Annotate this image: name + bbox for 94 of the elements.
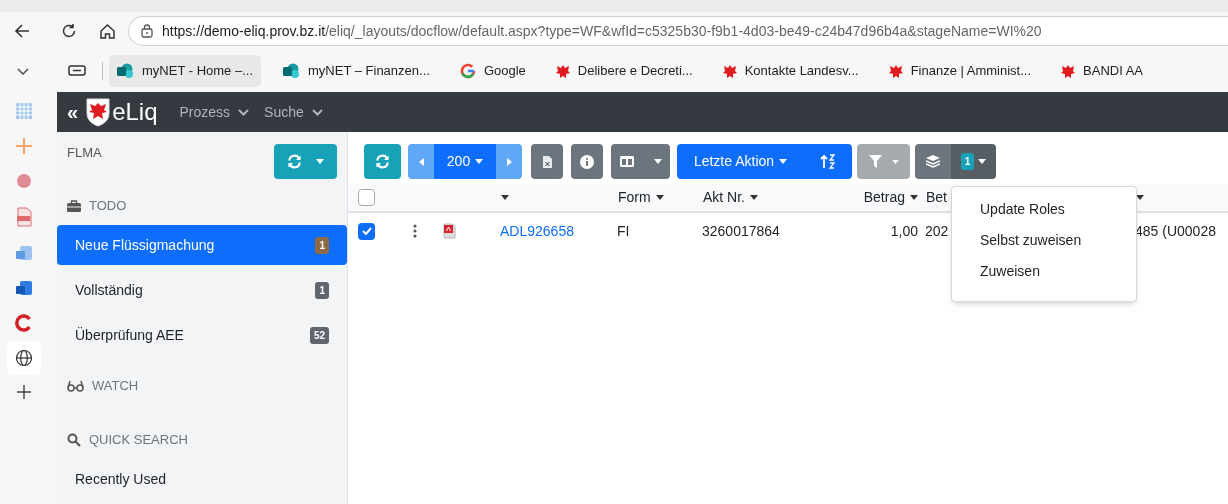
table-cell: FI	[617, 222, 630, 239]
count-badge: 1	[315, 281, 329, 299]
page-size-dropdown[interactable]: 200	[434, 144, 496, 179]
layers-button[interactable]	[915, 144, 951, 179]
bookmark-link[interactable]: BANDI AA	[1053, 55, 1152, 87]
reload-icon[interactable]	[61, 23, 77, 39]
column-header[interactable]: Form	[618, 187, 664, 208]
table-cell: 485 (U00028	[1135, 222, 1216, 239]
sort-caret-icon[interactable]	[501, 195, 509, 200]
caret-icon	[475, 159, 484, 164]
layers-icon	[926, 155, 940, 168]
filter-icon	[868, 155, 882, 168]
document-icon[interactable]	[15, 279, 33, 297]
sidebar-item[interactable]: Überprüfung AEE 52	[57, 315, 347, 355]
bookmark-link[interactable]: Kontakte Landesv...	[714, 55, 867, 87]
bookmark-link[interactable]: myNET – Finanzen...	[275, 55, 438, 87]
section-heading: WATCH	[92, 377, 139, 396]
url-text: https://demo-eliq.prov.bz.it/eliq/_layouts/docflow/default.aspx?type=WF&wfId=c5325b30-f9b1-4d03-be49-c24b47d96b4a&stageName=WI%20	[162, 21, 1042, 41]
tab-actions-icon[interactable]	[68, 64, 86, 78]
document-link[interactable]: ADL926658	[500, 222, 574, 239]
checkbox[interactable]	[358, 222, 375, 240]
bookmark-link[interactable]: Delibere e Decreti...	[547, 55, 701, 87]
column-header[interactable]: Bet	[926, 187, 947, 208]
group-label: FLMA	[67, 144, 102, 162]
caret-icon	[891, 159, 899, 164]
item-label: Neue Flüssigmachung	[75, 235, 215, 255]
document-icon[interactable]	[15, 244, 33, 262]
sidebar-item[interactable]: Neue Flüssigmachung 1	[57, 225, 347, 265]
caret-icon	[653, 159, 662, 164]
menu-item[interactable]: Selbst zuweisen	[952, 229, 1136, 251]
kebab-menu-icon[interactable]	[413, 224, 417, 238]
section-heading: QUICK SEARCH	[89, 431, 188, 450]
excel-export-button[interactable]	[531, 144, 563, 179]
nav-menu[interactable]: Prozess	[179, 101, 250, 123]
columns-dropdown-button[interactable]	[611, 144, 670, 179]
check-icon	[361, 227, 372, 235]
column-header[interactable]: Akt Nr.	[703, 187, 758, 208]
chevron-down-icon[interactable]	[16, 66, 30, 76]
sort-icon	[820, 154, 836, 169]
caret-icon	[316, 159, 324, 164]
caret-icon	[655, 195, 664, 200]
refresh-icon	[287, 154, 302, 169]
count-badge: 1	[315, 236, 329, 254]
menu-item[interactable]: Zuweisen	[952, 260, 1136, 282]
globe-icon	[15, 349, 33, 367]
info-icon	[580, 154, 594, 169]
bookmark-link[interactable]: Google	[451, 55, 534, 87]
chevron-down-icon	[238, 108, 250, 116]
address-bar[interactable]: https://demo-eliq.prov.bz.it/eliq/_layouts/docflow/default.aspx?type=WF&wfId=c5325b30-f9b1-4d03-be49-c24b47d96b4a&stageName=WI%20	[128, 16, 1228, 46]
refresh-dropdown-button[interactable]	[274, 144, 337, 179]
refresh-icon	[375, 154, 390, 169]
bookmark-link[interactable]: Finanze | Amminist...	[880, 55, 1040, 87]
caret-icon	[750, 195, 758, 200]
bookmark-link[interactable]: myNET - Home –...	[109, 55, 261, 87]
pdf-file-icon[interactable]	[443, 223, 456, 239]
globe-button[interactable]	[7, 341, 41, 375]
caret-left-icon	[418, 157, 424, 166]
column-header[interactable]: Betrag	[863, 187, 918, 208]
info-button[interactable]	[571, 144, 603, 179]
plus-icon[interactable]	[16, 384, 32, 400]
menu-item[interactable]: Update Roles	[952, 198, 1136, 220]
chevron-down-icon	[311, 108, 323, 116]
briefcase-icon	[67, 200, 81, 212]
home-icon[interactable]	[99, 22, 116, 40]
pdf-file-icon[interactable]	[15, 207, 33, 227]
table-cell: 202	[925, 222, 949, 239]
selection-count-badge: 1	[960, 153, 975, 170]
checkbox[interactable]	[358, 189, 375, 206]
section-heading: TODO	[89, 197, 127, 216]
caret-icon	[779, 159, 788, 164]
item-label: Vollständig	[75, 280, 143, 300]
table-cell: 3260017864	[702, 222, 780, 239]
collapse-toggle[interactable]: «	[67, 97, 79, 127]
item-label: Recently Used	[75, 469, 167, 489]
sidebar-item[interactable]: Vollständig 1	[57, 270, 347, 310]
app-title[interactable]: eLiq	[112, 100, 158, 124]
search-icon	[67, 433, 81, 447]
nav-menu[interactable]: Suche	[264, 101, 323, 123]
google-g-icon	[459, 63, 476, 79]
table-cell: 1,00	[890, 222, 918, 239]
sidebar-item[interactable]: Recently Used	[57, 459, 347, 499]
glasses-icon	[67, 380, 84, 392]
lock-icon	[141, 24, 153, 38]
caret-right-icon	[506, 157, 512, 166]
count-badge: 52	[309, 326, 329, 344]
refresh-button[interactable]	[364, 144, 401, 179]
c-logo-icon[interactable]	[15, 314, 33, 332]
columns-icon	[619, 156, 634, 167]
spreadsheet-file-icon	[541, 154, 553, 169]
caret-icon	[910, 195, 918, 200]
sort-caret-icon[interactable]	[1136, 195, 1144, 200]
item-label: Überprüfung AEE	[75, 325, 184, 345]
back-icon[interactable]	[13, 22, 31, 40]
caret-icon	[978, 159, 987, 164]
